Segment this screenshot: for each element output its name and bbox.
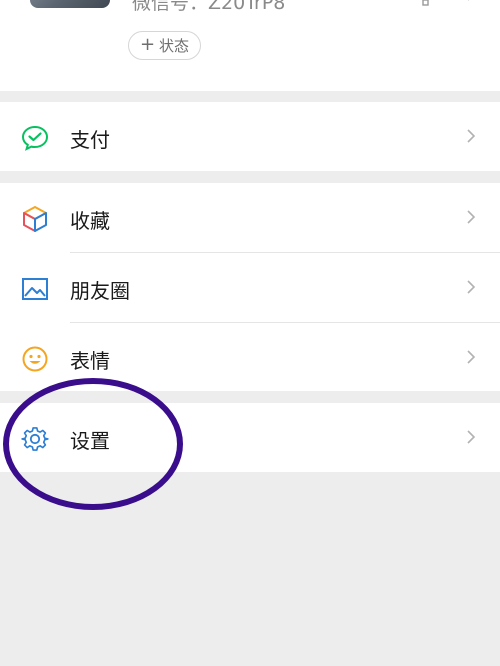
chevron-right-icon [466, 209, 476, 229]
plus-icon: + [139, 34, 156, 55]
menu-group-content: 收藏 朋友圈 表情 [0, 183, 500, 391]
wechat-pay-icon [21, 124, 49, 152]
status-label: 状态 [159, 37, 190, 55]
avatar[interactable] [30, 0, 110, 8]
chevron-right-icon [466, 128, 476, 148]
menu-item-label: 朋友圈 [70, 279, 130, 303]
menu-item-stickers[interactable]: 表情 [0, 323, 500, 392]
menu-item-label: 表情 [70, 349, 110, 373]
menu-item-favorites[interactable]: 收藏 [0, 183, 500, 252]
qr-code-icon[interactable] [422, 0, 438, 10]
smile-icon [21, 345, 49, 373]
gear-icon [21, 425, 49, 453]
menu-item-moments[interactable]: 朋友圈 [0, 253, 500, 322]
chevron-right-icon [466, 429, 476, 449]
menu-item-label: 支付 [70, 128, 110, 152]
chevron-right-icon [466, 349, 476, 369]
menu-group-settings: 设置 [0, 403, 500, 472]
menu-item-label: 收藏 [70, 209, 110, 233]
photo-icon [21, 275, 49, 303]
cube-icon [21, 205, 49, 233]
menu-item-pay[interactable]: 支付 [0, 102, 500, 171]
add-status-button[interactable]: + 状态 [128, 31, 201, 60]
chevron-right-icon[interactable] [466, 0, 476, 6]
menu-group-pay: 支付 [0, 102, 500, 171]
menu-item-settings[interactable]: 设置 [0, 403, 500, 472]
wechat-id-text: 微信号：Z20TrP8 [132, 0, 286, 14]
menu-item-label: 设置 [70, 429, 110, 453]
chevron-right-icon [466, 279, 476, 299]
profile-header: 微信号：Z20TrP8 + 状态 [0, 0, 500, 91]
